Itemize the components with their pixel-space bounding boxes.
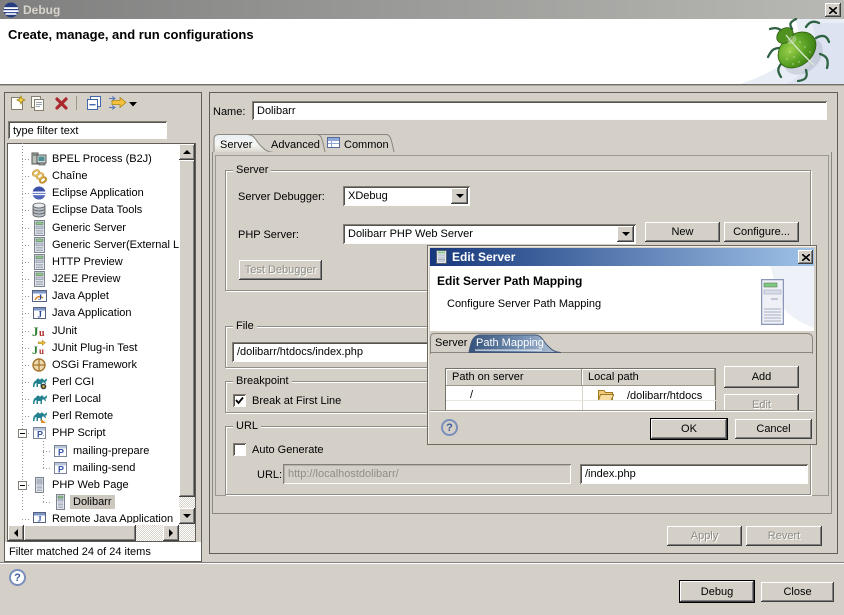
svg-text:Server: Server	[220, 139, 253, 151]
svg-text:P: P	[58, 448, 64, 458]
svg-text:u: u	[39, 328, 45, 339]
svg-text:J: J	[38, 515, 42, 524]
svg-text:Path Mapping: Path Mapping	[476, 337, 544, 349]
svg-text:u: u	[39, 346, 44, 356]
svg-text:Common: Common	[344, 139, 389, 151]
svg-text:P: P	[58, 465, 64, 475]
svg-text:Server: Server	[435, 337, 468, 349]
svg-text:Advanced: Advanced	[271, 139, 320, 151]
svg-text:J: J	[32, 324, 39, 339]
svg-text:J: J	[38, 310, 43, 320]
svg-text:J: J	[32, 343, 38, 356]
svg-text:J: J	[38, 293, 42, 302]
